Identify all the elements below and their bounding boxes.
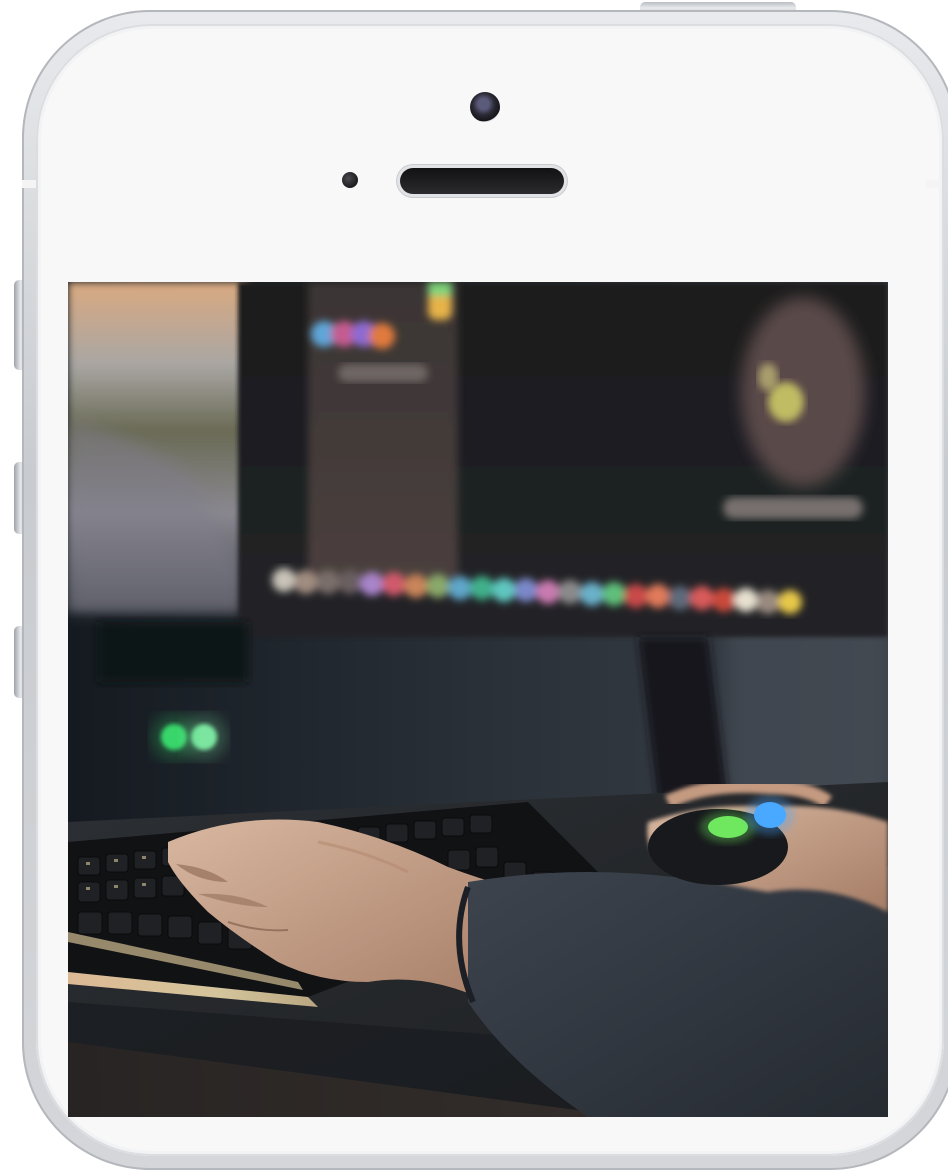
antenna-band-right (926, 180, 940, 188)
phone-screen (68, 282, 888, 1117)
keyboard-photo (68, 282, 888, 1117)
front-camera-icon (470, 92, 500, 122)
proximity-sensor-icon (342, 172, 358, 188)
earpiece-speaker-icon (400, 168, 564, 194)
antenna-band-left (22, 180, 36, 188)
